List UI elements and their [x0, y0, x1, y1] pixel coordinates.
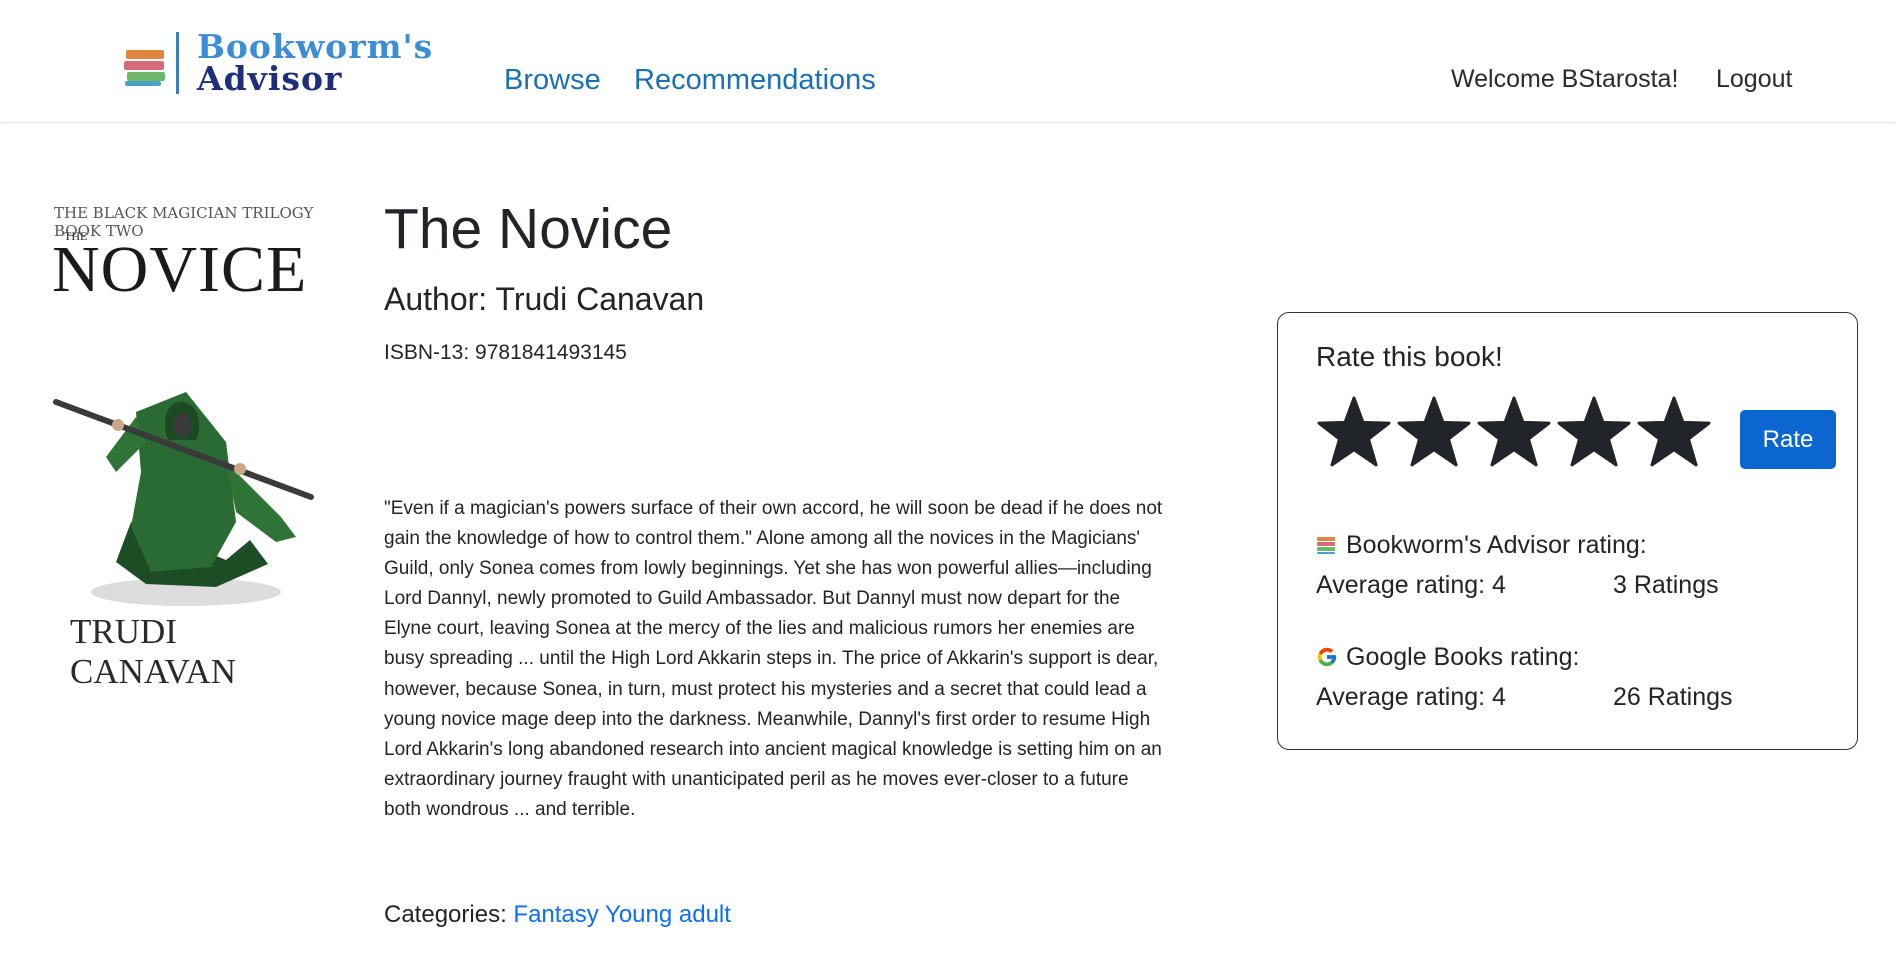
welcome-user-text: Welcome BStarosta!	[1451, 65, 1679, 93]
nav-browse-link[interactable]: Browse	[504, 64, 601, 97]
star-1-icon[interactable]	[1315, 395, 1393, 471]
advisor-rating-block: Bookworm's Advisor rating: Average ratin…	[1316, 529, 1719, 605]
star-2-icon[interactable]	[1395, 395, 1473, 471]
categories-label: Categories:	[384, 901, 507, 928]
cover-title-text: NOVICE	[52, 233, 308, 306]
category-links[interactable]: Fantasy Young adult	[513, 901, 731, 928]
brand-divider	[176, 32, 179, 94]
google-average-rating: Average rating: 4	[1316, 682, 1506, 711]
book-description: "Even if a magician's powers surface of …	[384, 498, 1163, 820]
logout-link[interactable]: Logout	[1716, 65, 1792, 94]
book-categories: Categories: Fantasy Young adult	[384, 901, 731, 929]
rate-heading: Rate this book!	[1316, 341, 1503, 372]
books-stack-icon	[124, 40, 168, 86]
google-rating-label: Google Books rating:	[1346, 642, 1580, 671]
star-4-icon[interactable]	[1555, 395, 1633, 471]
star-rating-input[interactable]	[1315, 395, 1715, 471]
brand-line-2: Advisor	[197, 59, 343, 98]
cover-figure-illustration	[53, 392, 314, 606]
cover-author-text: TRUDI CANAVAN	[70, 612, 236, 691]
book-cover-image: THE BLACK MAGICIAN TRILOGY BOOK TWO THE …	[36, 192, 326, 691]
advisor-average-rating: Average rating: 4	[1316, 570, 1506, 599]
star-3-icon[interactable]	[1475, 395, 1553, 471]
bookworm-logo-icon	[1316, 535, 1336, 555]
book-title: The Novice	[384, 197, 673, 261]
rating-card: Rate this book! Rate Bookworm's Advisor …	[1277, 312, 1858, 750]
top-navbar: Bookworm's Advisor Browse Recommendation…	[0, 0, 1896, 123]
google-rating-count: 26 Ratings	[1613, 682, 1733, 711]
brand-text: Bookworm's Advisor	[197, 30, 433, 98]
advisor-rating-count: 3 Ratings	[1613, 570, 1719, 599]
rate-button[interactable]: Rate	[1740, 410, 1836, 469]
book-author: Author: Trudi Canavan	[384, 281, 705, 317]
advisor-rating-label: Bookworm's Advisor rating:	[1346, 530, 1647, 559]
brand-logo[interactable]: Bookworm's Advisor	[124, 30, 433, 96]
google-logo-icon	[1317, 647, 1337, 667]
book-isbn: ISBN-13: 9781841493145	[384, 341, 627, 364]
star-5-icon[interactable]	[1635, 395, 1713, 471]
google-rating-block: Google Books rating: Average rating: 4 2…	[1316, 641, 1733, 717]
nav-recommendations-link[interactable]: Recommendations	[634, 64, 876, 97]
